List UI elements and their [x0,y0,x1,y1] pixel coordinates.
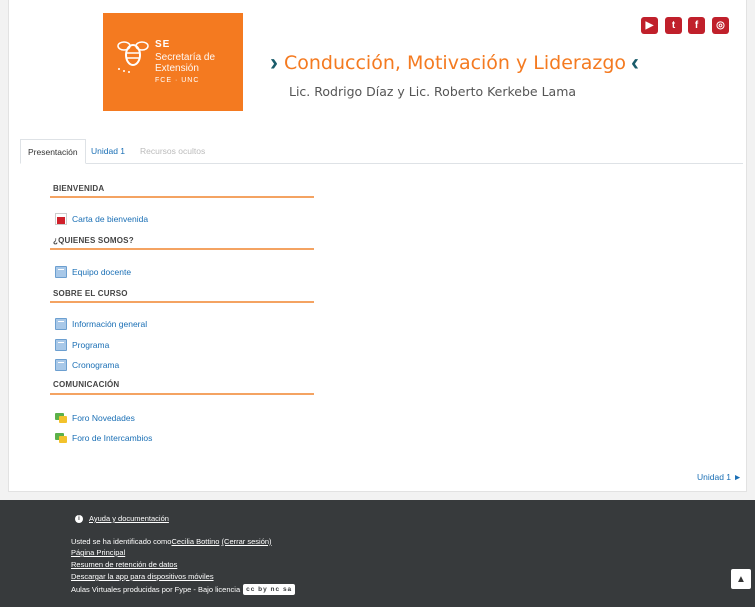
course-title-row: › Conducción, Motivación y Liderazgo ‹ [270,50,639,76]
tab-unidad-1[interactable]: Unidad 1 [84,139,132,164]
logged-in-prefix: Usted se ha identificado como [71,537,172,546]
activity-equipo-docente[interactable]: Equipo docente [55,265,131,279]
app-row: Descargar la app para dispositivos móvil… [71,572,214,581]
activity-label: Información general [72,319,148,329]
section-title-quienes-somos: ¿QUIENES SOMOS? [53,236,134,245]
instagram-icon[interactable]: ◎ [712,17,729,34]
activity-foro-de-intercambios[interactable]: Foro de Intercambios [55,431,152,445]
activity-label: Carta de bienvenida [72,214,149,224]
retention-row: Resumen de retención de datos [71,560,177,569]
section-divider [50,248,314,250]
page-icon [55,359,67,371]
section-title-comunicacion: COMUNICACIÓN [53,380,120,389]
logo-acronym: SE [155,39,171,50]
user-profile-link[interactable]: Cecilia Bottino [171,537,219,546]
section-title-bienvenida: BIENVENIDA [53,184,105,193]
course-title: Conducción, Motivación y Liderazgo [284,52,627,74]
tab-presentacion[interactable]: Presentación [20,139,86,164]
activity-cronograma[interactable]: Cronograma [55,358,119,372]
chevron-right-icon: › [270,49,278,76]
activity-carta-de-bienvenida[interactable]: Carta de bienvenida [55,212,148,226]
creative-commons-icon[interactable]: cc by nc sa [243,584,296,595]
facebook-icon[interactable]: f [688,17,705,34]
activity-label: Foro Novedades [72,413,135,423]
logo-line-2: Extensión [155,63,199,74]
back-to-top-button[interactable]: ▲ [731,569,751,589]
info-icon: i [75,514,83,523]
home-link[interactable]: Página Principal [71,548,125,557]
pdf-icon [55,213,67,225]
data-retention-link[interactable]: Resumen de retención de datos [71,560,177,569]
credits-text: Aulas Virtuales producidas por Fype - Ba… [71,585,241,594]
activity-programa[interactable]: Programa [55,338,109,352]
mobile-app-link[interactable]: Descargar la app para dispositivos móvil… [71,572,214,581]
activity-label: Foro de Intercambios [72,433,153,443]
section-divider [50,196,314,198]
page-icon [55,339,67,351]
page-footer: i Ayuda y documentación Usted se ha iden… [0,500,755,607]
activity-foro-novedades[interactable]: Foro Novedades [55,411,135,425]
home-row: Página Principal [71,548,125,557]
bee-icon [117,41,149,73]
activity-informacion-general[interactable]: Información general [55,317,147,331]
logout-link[interactable]: (Cerrar sesión) [222,537,272,546]
activity-label: Programa [72,340,110,350]
logged-in-info: Usted se ha identificado como Cecilia Bo… [71,537,272,546]
forum-icon [55,432,67,444]
page-icon [55,318,67,330]
credits-row: Aulas Virtuales producidas por Fype - Ba… [71,584,296,595]
logo-line-1: Secretaría de [155,52,216,63]
tab-recursos-ocultos[interactable]: Recursos ocultos [133,139,212,164]
twitter-icon[interactable]: t [665,17,682,34]
page-icon [55,266,67,278]
help-link[interactable]: Ayuda y documentación [89,514,169,523]
activity-label: Equipo docente [72,267,132,277]
youtube-icon[interactable]: ▶ [641,17,658,34]
forum-icon [55,412,67,424]
logo-subtext: FCE · UNC [155,77,200,84]
section-divider [50,393,314,395]
course-tabs: Presentación Unidad 1 Recursos ocultos [20,139,743,164]
chevron-left-icon: ‹ [631,49,640,76]
help-row: i Ayuda y documentación [75,514,169,523]
section-title-sobre-el-curso: SOBRE EL CURSO [53,289,128,298]
secretaria-extension-logo[interactable]: SE Secretaría de Extensión FCE · UNC [103,13,243,111]
course-instructors: Lic. Rodrigo Díaz y Lic. Roberto Kerkebe… [289,84,577,99]
activity-label: Cronograma [72,360,120,370]
section-divider [50,301,314,303]
next-section-link[interactable]: Unidad 1 ► [697,472,742,482]
